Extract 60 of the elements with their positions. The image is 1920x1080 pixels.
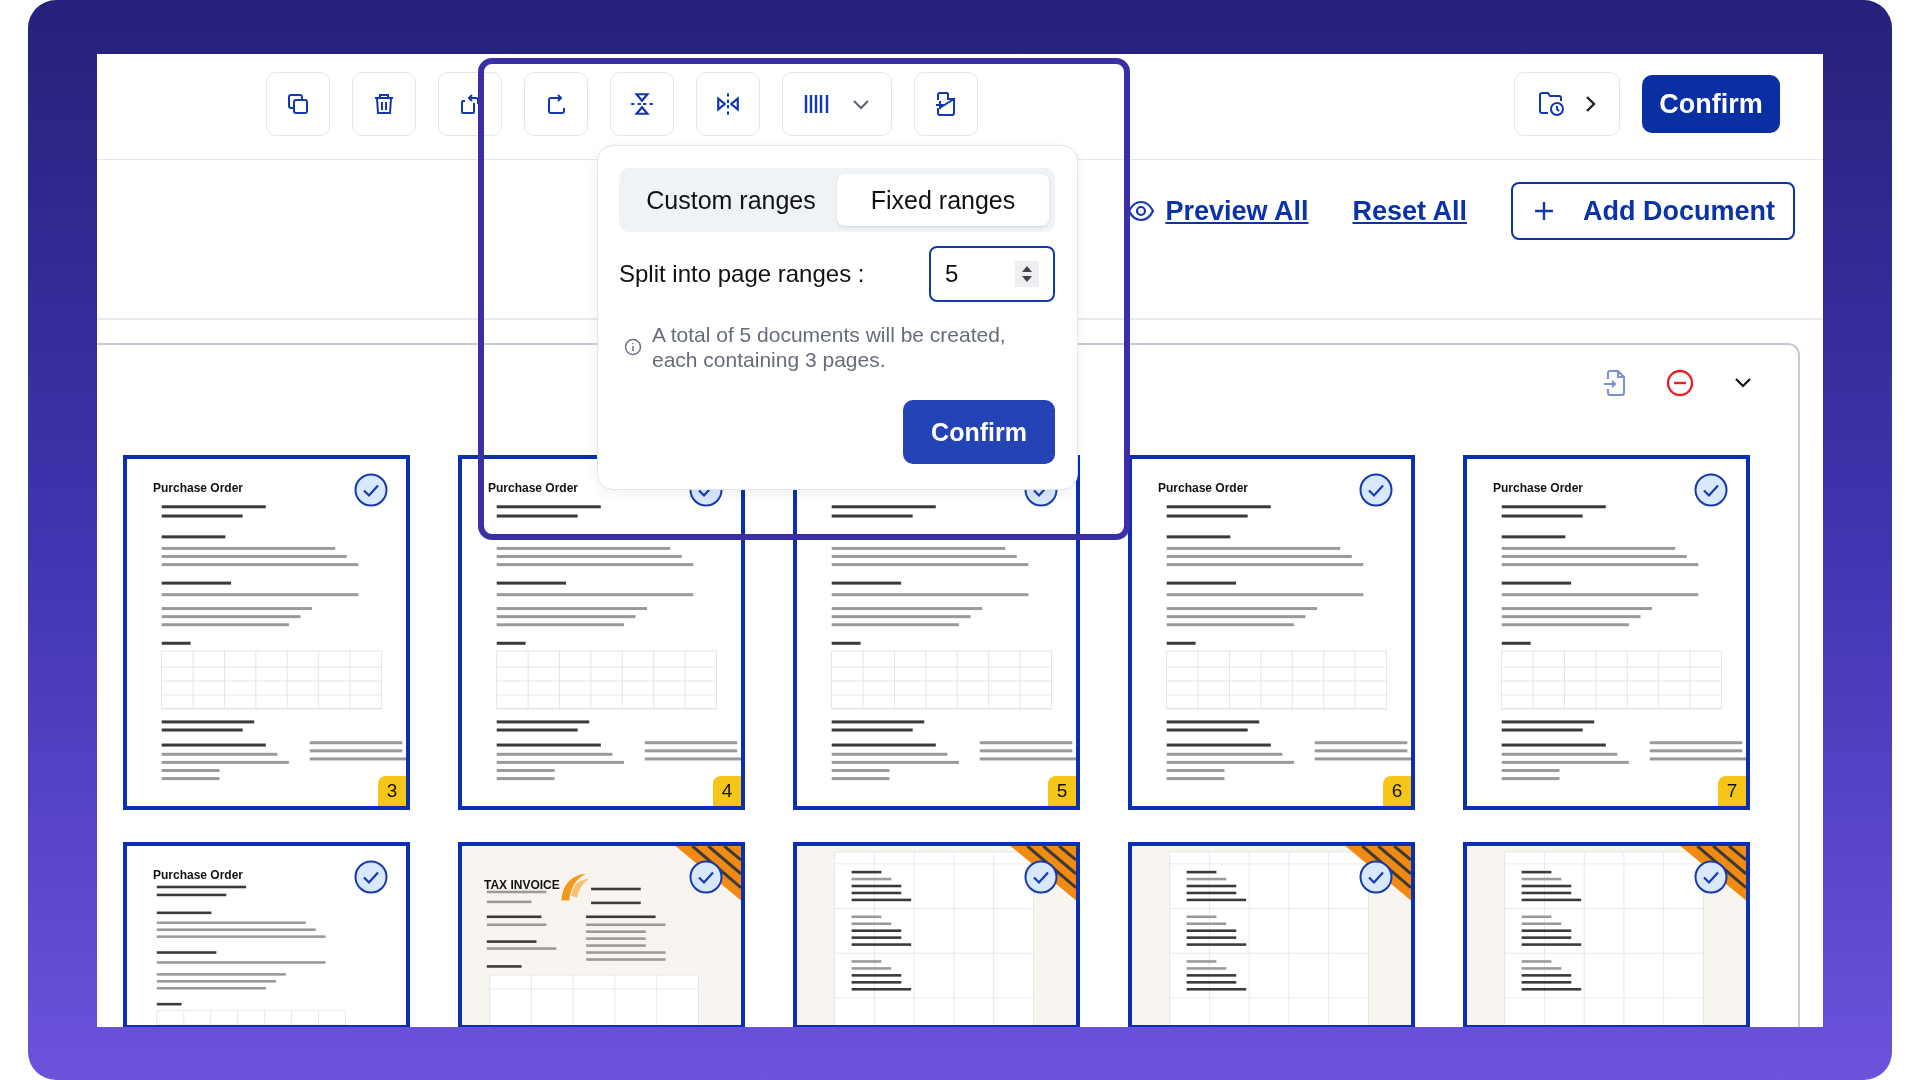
rotate-right-button[interactable] — [524, 72, 588, 136]
page-thumbnail[interactable]: Purchase Order 7 — [1463, 455, 1750, 810]
stepper-icon[interactable] — [1015, 261, 1039, 287]
info-text: A total of 5 documents will be created, each containing 3 pages. — [652, 322, 1007, 373]
check-circle-icon[interactable] — [1694, 473, 1728, 507]
page-number-badge: 4 — [713, 776, 741, 806]
page-number-badge: 5 — [1048, 776, 1076, 806]
document-title: Purchase Order — [1493, 481, 1584, 495]
folder-clock-icon — [1538, 91, 1566, 117]
trash-icon — [372, 92, 396, 116]
page-thumbnail[interactable]: TAX INVOICE — [458, 842, 745, 1027]
eye-icon — [1127, 200, 1156, 222]
page-thumbnail[interactable]: Purchase Order 6 — [1128, 455, 1415, 810]
rotate-left-button[interactable] — [438, 72, 502, 136]
check-circle-icon[interactable] — [689, 860, 723, 894]
document-title: Purchase Order — [153, 868, 244, 882]
page-number-badge: 6 — [1383, 776, 1411, 806]
copy-button[interactable] — [266, 72, 330, 136]
history-button[interactable] — [1514, 72, 1620, 136]
plus-icon — [1533, 200, 1555, 222]
document-title: Purchase Order — [153, 481, 244, 495]
range-type-tab[interactable]: Fixed ranges — [837, 174, 1049, 226]
page-number-badge: 7 — [1718, 776, 1746, 806]
range-label: Split into page ranges : — [619, 260, 865, 288]
confirm-button[interactable]: Confirm — [1642, 75, 1780, 133]
document-title: Purchase Order — [1158, 481, 1249, 495]
page-thumbnail[interactable]: Purchase Order 4 — [458, 455, 745, 810]
check-circle-icon[interactable] — [1359, 473, 1393, 507]
chevron-down-icon[interactable] — [1734, 377, 1752, 389]
mirror-icon — [715, 91, 741, 117]
check-circle-icon[interactable] — [1694, 860, 1728, 894]
chevron-down-icon — [852, 98, 870, 110]
file-import-icon[interactable] — [1602, 369, 1626, 397]
barcode-icon — [804, 93, 830, 115]
reset-all-link[interactable]: Reset All — [1352, 182, 1467, 240]
check-circle-icon[interactable] — [1024, 860, 1058, 894]
confirm-button[interactable]: Confirm — [903, 400, 1055, 465]
range-input-field[interactable]: 5 — [929, 246, 1055, 302]
mirror-button[interactable] — [696, 72, 760, 136]
info-icon — [624, 338, 642, 357]
flip-vertical-button[interactable] — [610, 72, 674, 136]
preview-all-link[interactable]: Preview All — [1127, 182, 1309, 240]
file-plus-icon — [934, 91, 958, 117]
document-title: TAX INVOICE — [484, 878, 560, 892]
remove-icon[interactable] — [1666, 369, 1694, 397]
range-type-tab[interactable]: Custom ranges — [625, 174, 837, 226]
chevron-right-icon — [1584, 95, 1596, 113]
flip-vertical-icon — [629, 91, 655, 117]
check-circle-icon[interactable] — [354, 860, 388, 894]
delete-button[interactable] — [352, 72, 416, 136]
add-document-button[interactable]: Add Document — [1511, 182, 1795, 240]
page-thumbnail[interactable]: Purchase Order — [123, 842, 410, 1027]
copy-icon — [286, 92, 310, 116]
page-thumbnail[interactable]: Purchase Order 3 — [123, 455, 410, 810]
page-number-badge: 3 — [378, 776, 406, 806]
check-circle-icon[interactable] — [354, 473, 388, 507]
document-title: Purchase Order — [488, 481, 579, 495]
check-circle-icon[interactable] — [1359, 860, 1393, 894]
split-dropdown-button[interactable] — [782, 72, 892, 136]
add-file-button[interactable] — [914, 72, 978, 136]
